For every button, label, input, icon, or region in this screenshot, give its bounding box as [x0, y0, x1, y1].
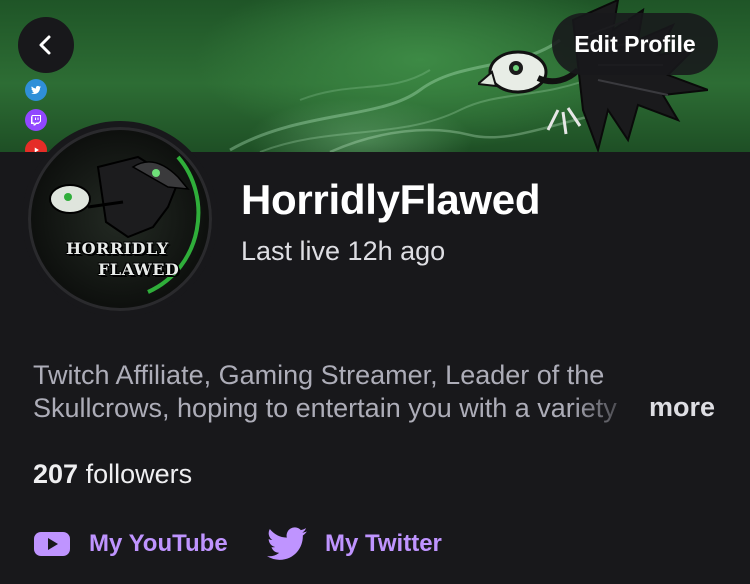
- chevron-left-icon: [39, 35, 51, 55]
- bio-more-button[interactable]: more: [649, 392, 715, 423]
- twitter-link[interactable]: My Twitter: [267, 526, 442, 562]
- followers-label: followers: [85, 459, 193, 489]
- twitter-link-label: My Twitter: [325, 530, 442, 557]
- twitter-badge-icon: [25, 79, 47, 101]
- twitter-icon: [267, 527, 307, 560]
- back-button[interactable]: [18, 17, 74, 73]
- follower-count-number: 207: [33, 459, 79, 489]
- youtube-link[interactable]: My YouTube: [33, 526, 228, 562]
- avatar-logo-text-line1: HORRIDLY: [66, 239, 169, 258]
- bio-line-2: Skullcrows, hoping to entertain you with…: [33, 393, 617, 423]
- youtube-link-label: My YouTube: [89, 530, 228, 557]
- profile-bio: Twitch Affiliate, Gaming Streamer, Leade…: [33, 359, 733, 425]
- follower-count: 207 followers: [33, 459, 192, 490]
- youtube-icon: [34, 532, 70, 556]
- avatar-crow-logo: [49, 155, 201, 294]
- avatar-image: HORRIDLY FLAWED: [28, 127, 212, 311]
- bio-line-1: Twitch Affiliate, Gaming Streamer, Leade…: [33, 360, 605, 390]
- display-name: HorridlyFlawed: [241, 176, 541, 223]
- avatar-logo-text-line2: FLAWED: [98, 260, 180, 279]
- last-live-status: Last live 12h ago: [241, 236, 446, 266]
- avatar[interactable]: HORRIDLY FLAWED: [22, 121, 218, 317]
- edit-profile-button[interactable]: Edit Profile: [552, 13, 718, 75]
